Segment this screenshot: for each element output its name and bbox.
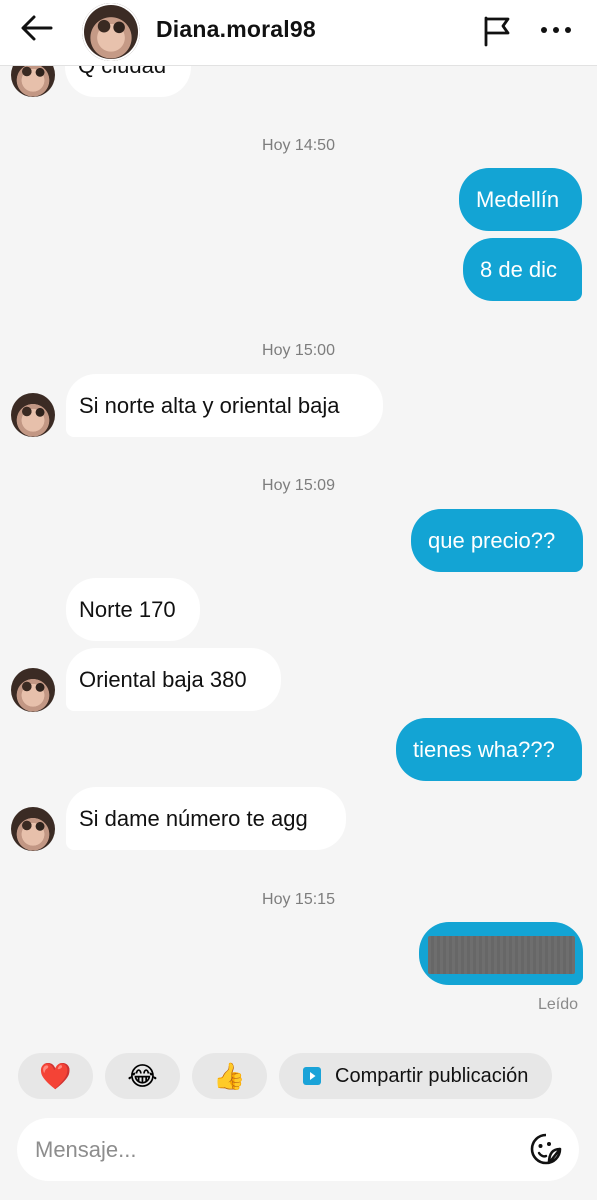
message-text: Norte 170 (79, 597, 176, 622)
timestamp: Hoy 15:00 (262, 342, 335, 359)
message-text: 8 de dic (480, 257, 558, 282)
sender-avatar[interactable] (11, 668, 55, 712)
read-receipt: Leído (537, 996, 578, 1013)
flag-icon (484, 16, 510, 47)
message-bubble-incoming[interactable]: Si norte alta y oriental baja (66, 374, 383, 437)
arrow-left-icon (21, 15, 53, 41)
chat-screen: Q ciudad Hoy 14:50 Medellín 8 de dic Hoy… (0, 0, 597, 1200)
message-bubble-incoming[interactable]: Norte 170 (66, 578, 200, 641)
avatar[interactable] (82, 3, 140, 61)
share-post-button[interactable]: Compartir publicación (279, 1053, 552, 1099)
chat-header: Diana.moral98 (0, 0, 597, 66)
message-bubble-outgoing[interactable]: 8 de dic (463, 238, 582, 301)
message-bubble-incoming[interactable]: Oriental baja 380 (66, 648, 281, 711)
message-list[interactable]: Q ciudad Hoy 14:50 Medellín 8 de dic Hoy… (0, 0, 597, 1040)
message-bubble-outgoing[interactable]: Medellín (459, 168, 582, 231)
message-text: Medellín (476, 187, 560, 212)
laughing-icon: 😂 (127, 1061, 158, 1091)
message-text: Oriental baja 380 (79, 667, 247, 692)
message-text: Si norte alta y oriental baja (79, 393, 340, 418)
message-text: Si dame número te agg (79, 806, 308, 831)
message-text: que precio?? (428, 528, 556, 553)
sender-avatar[interactable] (11, 807, 55, 851)
quick-reply-heart[interactable]: ❤️ (18, 1053, 93, 1099)
back-button[interactable] (18, 12, 62, 48)
quick-reply-thumbs-up[interactable]: 👍 (192, 1053, 267, 1099)
sticker-icon (530, 1133, 562, 1165)
sender-avatar[interactable] (11, 393, 55, 437)
thumbs-up-icon: 👍 (213, 1061, 246, 1091)
timestamp: Hoy 15:15 (262, 891, 335, 908)
message-composer (17, 1118, 579, 1181)
more-options-button[interactable] (538, 14, 578, 50)
timestamp: Hoy 15:09 (262, 477, 335, 494)
message-bubble-outgoing[interactable]: que precio?? (411, 509, 583, 572)
redacted-content (428, 936, 575, 974)
sticker-button[interactable] (529, 1132, 565, 1168)
message-bubble-incoming[interactable]: Si dame número te agg (66, 787, 346, 850)
share-post-label: Compartir publicación (335, 1064, 529, 1087)
timestamp: Hoy 14:50 (262, 137, 335, 154)
chat-username[interactable]: Diana.moral98 (156, 16, 316, 43)
share-post-icon (303, 1067, 321, 1085)
quick-reply-laugh[interactable]: 😂 (105, 1053, 180, 1099)
message-text: tienes wha??? (413, 737, 555, 762)
heart-icon: ❤️ (39, 1061, 72, 1091)
report-button[interactable] (480, 14, 516, 50)
message-input[interactable] (35, 1118, 515, 1181)
message-bubble-outgoing[interactable]: tienes wha??? (396, 718, 582, 781)
more-horizontal-icon (541, 27, 571, 33)
